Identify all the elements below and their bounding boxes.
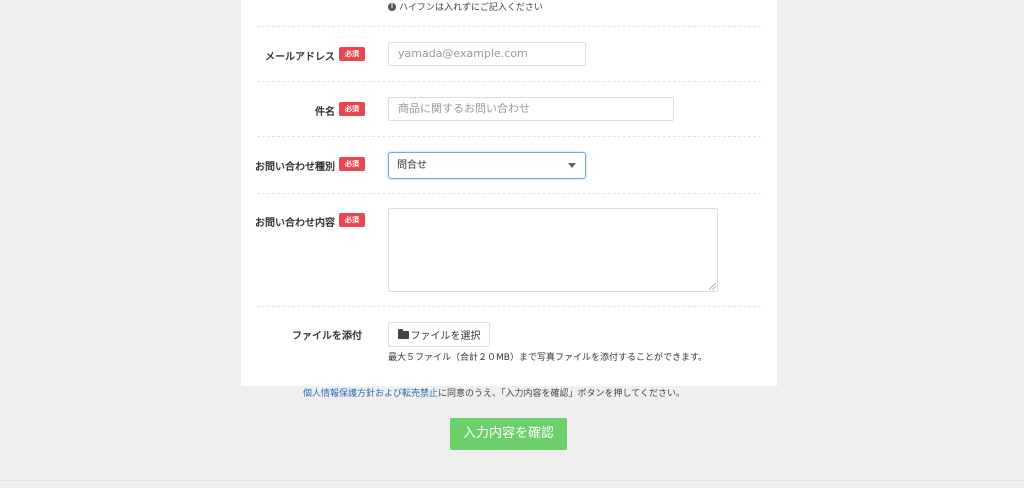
inquiry-type-value: 問合せ [397,160,427,171]
choose-file-label: ファイルを選択 [410,331,481,342]
attachment-label: ファイルを添付 [292,331,362,342]
email-placeholder: yamada@example.com [398,47,528,60]
caret-down-icon [568,163,576,168]
email-label: メールアドレス [265,52,335,63]
email-field[interactable]: yamada@example.com [388,42,586,66]
confirm-button[interactable]: 入力内容を確認 [450,418,567,450]
folder-open-icon [397,329,409,339]
inquiry-type-select[interactable]: 問合せ [388,152,586,179]
attachment-note: 最大５ファイル（合計２０MB）まで写真ファイルを添付することができます。 [388,353,708,363]
subject-placeholder: 商品に関するお問い合わせ [398,102,530,115]
divider [257,306,761,307]
consent-text: 個人情報保護方針および転売禁止に同意のうえ、「入力内容を確認」ボタンを押してくだ… [303,386,685,399]
info-icon: ! [388,2,396,11]
inquiry-body-label: お問い合わせ内容 [255,218,335,229]
privacy-policy-link[interactable]: 個人情報保護方針および転売禁止 [303,389,438,399]
required-badge: 必須 [339,157,365,171]
hyphen-note-text: ハイフンは入れずにご記入ください [399,3,543,13]
inquiry-body-textarea[interactable] [388,208,718,292]
divider [257,193,761,194]
footer-divider [0,480,1024,481]
divider [257,81,761,82]
divider [257,26,761,27]
subject-label: 件名 [315,107,335,118]
required-badge: 必須 [339,102,365,116]
hyphen-note: ! ハイフンは入れずにご記入ください [388,0,543,13]
choose-file-button[interactable]: ファイルを選択 [388,322,490,347]
subject-field[interactable]: 商品に関するお問い合わせ [388,97,674,121]
resize-handle-icon[interactable] [709,283,716,290]
required-badge: 必須 [339,213,365,227]
inquiry-type-label: お問い合わせ種別 [255,162,335,173]
consent-instruction: に同意のうえ、「入力内容を確認」ボタンを押してください。 [438,389,685,399]
required-badge: 必須 [339,47,365,61]
divider [257,136,761,137]
